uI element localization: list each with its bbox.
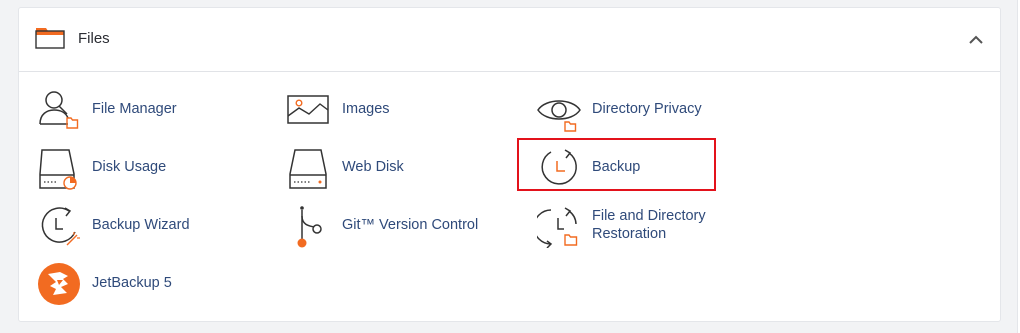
label-line-2: Restoration (592, 226, 667, 242)
file-manager-icon (37, 88, 81, 132)
directory-privacy-link[interactable]: Directory Privacy (537, 88, 727, 132)
git-version-control-link[interactable]: Git™ Version Control (287, 204, 497, 248)
backup-icon (537, 146, 581, 190)
jetbackup-icon (37, 262, 81, 306)
backup-wizard-icon (37, 204, 81, 248)
disk-usage-link[interactable]: Disk Usage (37, 146, 217, 190)
chevron-up-icon[interactable] (966, 30, 986, 50)
section-title: Files (78, 30, 110, 47)
file-directory-restoration-link[interactable]: File and Directory Restoration (533, 204, 737, 249)
file-restoration-icon (533, 204, 581, 249)
file-directory-restoration-label: File and Directory Restoration (592, 207, 706, 243)
jetbackup-label: JetBackup 5 (92, 275, 172, 291)
git-version-control-label: Git™ Version Control (342, 217, 479, 233)
files-panel-header[interactable]: Files (19, 8, 1000, 72)
web-disk-icon (287, 146, 331, 190)
file-manager-link[interactable]: File Manager (37, 88, 217, 132)
web-disk-link[interactable]: Web Disk (287, 146, 447, 190)
git-icon (287, 204, 331, 248)
file-manager-label: File Manager (92, 101, 177, 117)
label-line-1: File and Directory (592, 208, 706, 224)
disk-usage-label: Disk Usage (92, 159, 167, 175)
directory-privacy-label: Directory Privacy (592, 101, 702, 117)
images-icon (287, 88, 331, 132)
backup-wizard-link[interactable]: Backup Wizard (37, 204, 217, 248)
web-disk-label: Web Disk (342, 159, 404, 175)
backup-link[interactable]: Backup (537, 146, 697, 190)
folder-icon (35, 27, 65, 54)
images-label: Images (342, 101, 390, 117)
images-link[interactable]: Images (287, 88, 447, 132)
backup-wizard-label: Backup Wizard (92, 217, 190, 233)
disk-usage-icon (37, 146, 81, 190)
jetbackup-link[interactable]: JetBackup 5 (37, 262, 217, 306)
directory-privacy-icon (537, 88, 581, 132)
files-panel: Files File Manager Images Directory Priv… (18, 7, 1001, 322)
backup-label: Backup (592, 159, 641, 175)
